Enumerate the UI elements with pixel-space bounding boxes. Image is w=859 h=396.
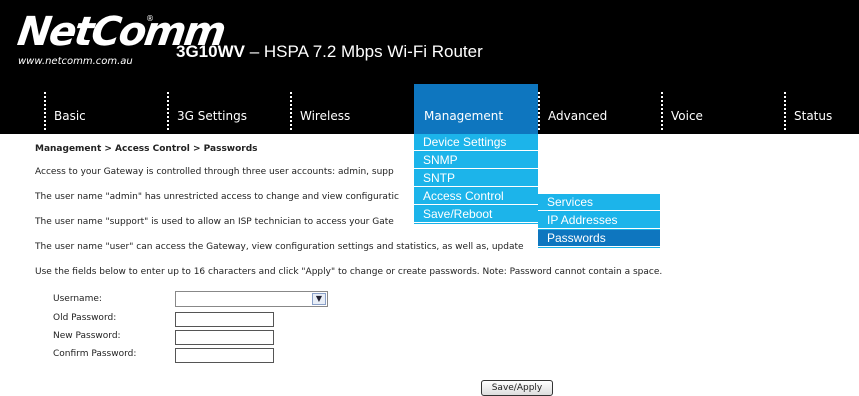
username-select[interactable]: ▼: [175, 291, 328, 307]
menu-item-snmp[interactable]: SNMP: [414, 152, 538, 169]
nav-separator: [538, 92, 540, 130]
nav-separator: [44, 92, 46, 130]
username-label: Username:: [53, 294, 102, 304]
admin-paragraph: The user name "admin" has unrestricted a…: [35, 192, 399, 202]
submenu-item-services[interactable]: Services: [538, 194, 660, 211]
nav-label: Wireless: [300, 109, 351, 123]
nav-label: Voice: [671, 109, 703, 123]
nav-separator: [661, 92, 663, 130]
main-nav: Basic 3G Settings Wireless Management Ad…: [0, 84, 859, 134]
submenu-item-passwords[interactable]: Passwords: [538, 230, 660, 247]
nav-advanced[interactable]: Advanced: [538, 84, 658, 134]
nav-status[interactable]: Status: [784, 84, 859, 134]
old-password-field[interactable]: [175, 312, 274, 327]
save-apply-button[interactable]: Save/Apply: [481, 380, 553, 396]
new-password-field[interactable]: [175, 330, 274, 345]
instructions-paragraph: Use the fields below to enter up to 16 c…: [35, 267, 663, 277]
management-dropdown: Device Settings SNMP SNTP Access Control…: [414, 134, 538, 224]
new-password-label: New Password:: [53, 331, 121, 341]
nav-basic[interactable]: Basic: [44, 84, 164, 134]
nav-separator: [167, 92, 169, 130]
logo-url: www.netcomm.com.au: [18, 56, 133, 67]
product-title: 3G10WV – HSPA 7.2 Mbps Wi-Fi Router: [176, 42, 483, 62]
intro-paragraph: Access to your Gateway is controlled thr…: [35, 167, 394, 177]
nav-label: Management: [424, 109, 504, 123]
nav-management[interactable]: Management: [414, 84, 538, 134]
nav-wireless[interactable]: Wireless: [290, 84, 410, 134]
header: NetComm ® www.netcomm.com.au 3G10WV – HS…: [0, 0, 859, 84]
old-password-label: Old Password:: [53, 313, 117, 323]
nav-voice[interactable]: Voice: [661, 84, 781, 134]
product-model: 3G10WV: [176, 42, 245, 61]
nav-separator: [784, 92, 786, 130]
nav-label: Basic: [54, 109, 86, 123]
submenu-item-ip-addresses[interactable]: IP Addresses: [538, 212, 660, 229]
chevron-down-icon[interactable]: ▼: [312, 293, 326, 305]
access-control-submenu: Services IP Addresses Passwords: [538, 194, 660, 248]
menu-item-device-settings[interactable]: Device Settings: [414, 134, 538, 151]
user-paragraph: The user name "user" can access the Gate…: [35, 242, 524, 252]
nav-separator: [290, 92, 292, 130]
nav-3g-settings[interactable]: 3G Settings: [167, 84, 287, 134]
support-paragraph: The user name "support" is used to allow…: [35, 217, 394, 227]
product-description: – HSPA 7.2 Mbps Wi-Fi Router: [244, 42, 483, 61]
menu-item-save-reboot[interactable]: Save/Reboot: [414, 206, 538, 223]
nav-label: Advanced: [548, 109, 608, 123]
confirm-password-label: Confirm Password:: [53, 349, 137, 359]
nav-label: 3G Settings: [177, 109, 247, 123]
registered-mark: ®: [146, 14, 154, 23]
nav-label: Status: [794, 109, 833, 123]
confirm-password-field[interactable]: [175, 348, 274, 363]
menu-item-sntp[interactable]: SNTP: [414, 170, 538, 187]
menu-item-access-control[interactable]: Access Control: [414, 188, 538, 205]
